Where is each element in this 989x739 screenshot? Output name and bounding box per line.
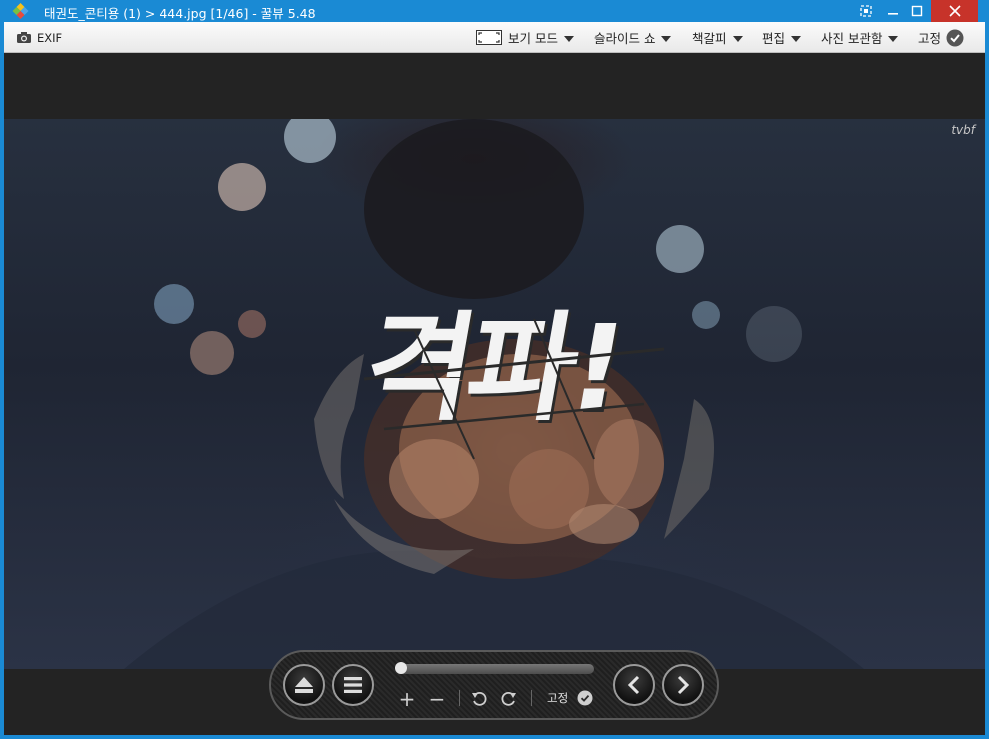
zoom-in-button[interactable]: + (397, 686, 417, 712)
chevron-down-icon (732, 35, 743, 42)
title-bar: 태권도_콘티용 (1) > 444.jpg [1/46] - 꿀뷰 5.48 (0, 0, 989, 22)
photo-box-menu[interactable]: 사진 보관함 (821, 22, 899, 53)
next-button[interactable] (662, 664, 704, 706)
chevron-down-icon (791, 35, 802, 42)
eject-button[interactable] (283, 664, 325, 706)
image-viewer[interactable]: 격파! tvbf (4, 53, 985, 735)
chevron-right-icon (677, 675, 690, 695)
pin-toggle[interactable]: 고정 (918, 22, 964, 53)
displayed-photo: 격파! tvbf (4, 119, 985, 669)
check-circle-icon (946, 29, 964, 46)
position-slider[interactable] (395, 662, 594, 674)
watermark: tvbf (951, 123, 975, 137)
view-mode-label: 보기 모드 (508, 31, 558, 46)
slideshow-menu[interactable]: 슬라이드 쇼 (594, 22, 672, 53)
app-window: 태권도_콘티용 (1) > 444.jpg [1/46] - 꿀뷰 5.48 E… (0, 0, 989, 739)
chevron-down-icon (888, 35, 899, 42)
plus-icon: + (398, 687, 416, 711)
rotate-right-icon (501, 691, 516, 706)
chevron-down-icon (661, 35, 672, 42)
eject-icon (295, 677, 313, 693)
maximize-button[interactable] (904, 0, 930, 22)
view-mode-menu[interactable]: 보기 모드 (476, 22, 574, 53)
slider-handle[interactable] (395, 662, 407, 674)
camera-icon (17, 32, 31, 43)
close-button[interactable] (931, 0, 978, 22)
rotate-left-button[interactable] (469, 686, 489, 712)
minimize-icon (888, 13, 898, 15)
bookmark-label: 책갈피 (692, 31, 727, 46)
rotate-left-icon (472, 691, 487, 706)
slideshow-label: 슬라이드 쇼 (594, 31, 656, 46)
minus-icon: − (428, 687, 446, 711)
previous-button[interactable] (613, 664, 655, 706)
edit-menu[interactable]: 편집 (762, 22, 802, 53)
zoom-out-button[interactable]: − (427, 686, 447, 712)
maximize-icon (911, 5, 923, 17)
honeyview-app-icon[interactable] (12, 3, 29, 20)
check-circle-icon[interactable] (577, 690, 593, 706)
edit-label: 편집 (762, 31, 786, 46)
pin-label: 고정 (918, 31, 942, 46)
playback-control-bar: + − 고정 (269, 650, 719, 720)
hamburger-icon (344, 677, 362, 693)
rotate-right-button[interactable] (499, 686, 519, 712)
divider (531, 690, 532, 706)
crack-lines (364, 318, 664, 460)
snap-icon[interactable] (854, 0, 878, 22)
bookmark-menu[interactable]: 책갈피 (692, 22, 743, 53)
close-icon (948, 5, 961, 17)
exif-button[interactable]: EXIF (16, 22, 62, 53)
chevron-down-icon (563, 35, 574, 42)
photo-box-label: 사진 보관함 (821, 31, 883, 46)
fullscreen-icon (476, 30, 502, 45)
pin-toggle-label[interactable]: 고정 (547, 690, 568, 706)
menu-button[interactable] (332, 664, 374, 706)
chevron-left-icon (627, 675, 640, 695)
exif-label: EXIF (37, 30, 63, 45)
toolbar: EXIF 보기 모드 슬라이드 쇼 책갈피 편집 사진 보관함 고정 (4, 22, 985, 53)
window-title: 태권도_콘티용 (1) > 444.jpg [1/46] - 꿀뷰 5.48 (44, 6, 316, 21)
minimize-button[interactable] (880, 0, 906, 22)
divider (459, 690, 460, 706)
